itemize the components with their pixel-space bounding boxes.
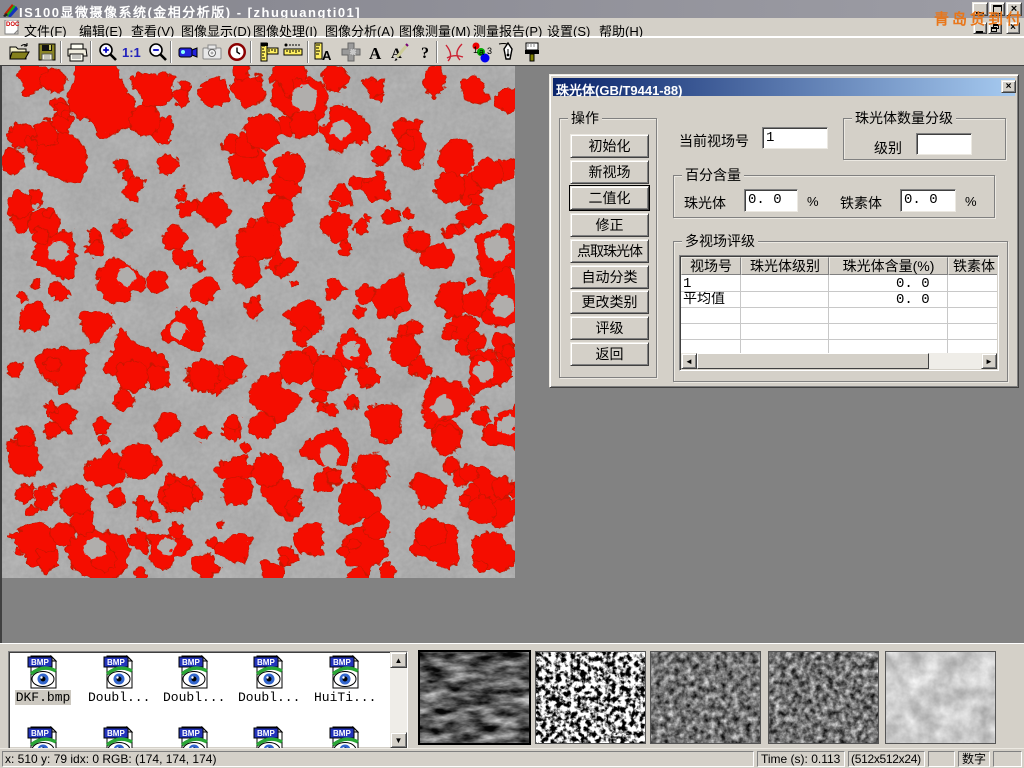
svg-text:BMP: BMP (182, 729, 200, 738)
svg-text:a: a (479, 47, 484, 57)
svg-text:1:1: 1:1 (122, 45, 141, 60)
svg-text:BMP: BMP (107, 729, 125, 738)
svg-text:BMP: BMP (182, 658, 200, 667)
svg-text:A: A (369, 44, 382, 63)
svg-text:3: 3 (487, 46, 492, 56)
svg-text:?: ? (421, 45, 429, 62)
svg-text:BMP: BMP (31, 729, 49, 738)
svg-text:1: 1 (473, 45, 478, 55)
svg-text:BMP: BMP (257, 729, 275, 738)
svg-text:BMP: BMP (257, 658, 275, 667)
svg-text:BMP: BMP (333, 729, 351, 738)
svg-text:DOC: DOC (6, 22, 20, 28)
svg-text:BMP: BMP (107, 658, 125, 667)
svg-text:A: A (322, 48, 332, 63)
svg-text:BMP: BMP (333, 658, 351, 667)
svg-text:BMP: BMP (31, 658, 49, 667)
